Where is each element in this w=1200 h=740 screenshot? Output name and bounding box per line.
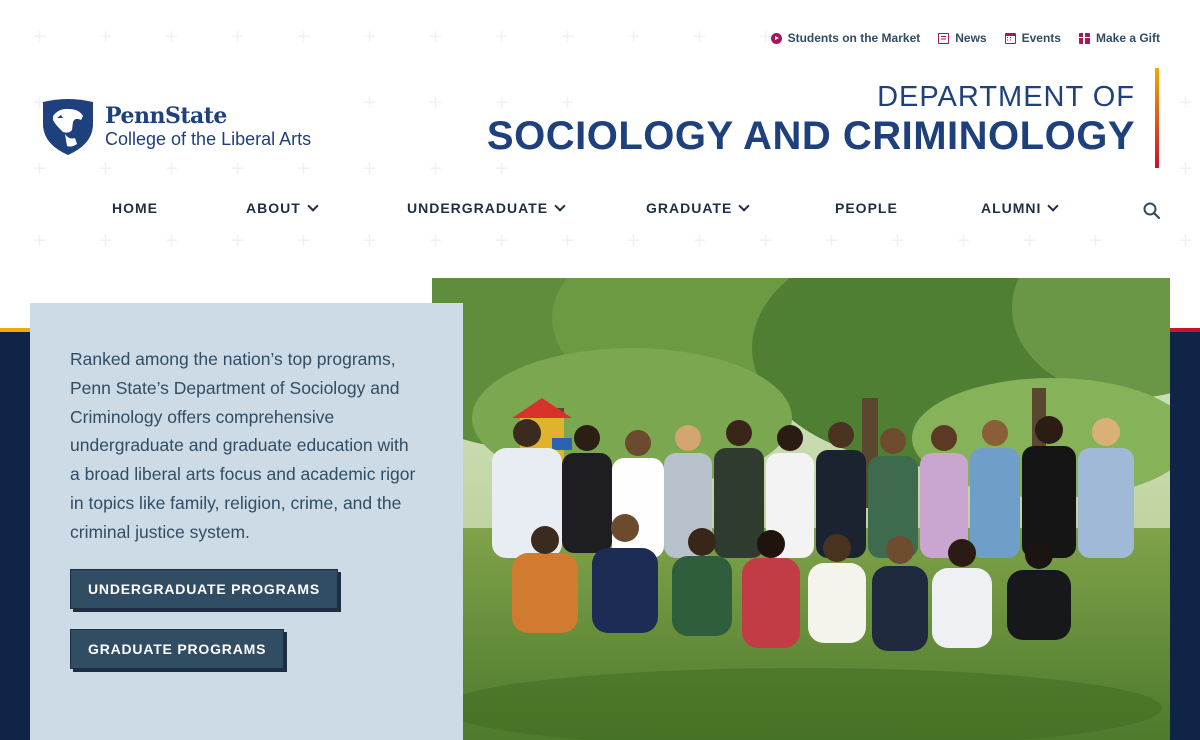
gift-icon [1078, 32, 1090, 44]
calendar-icon [1004, 32, 1016, 44]
circle-arrow-icon [770, 32, 782, 44]
utility-nav: Students on the Market News Events Make … [770, 31, 1160, 45]
search-icon[interactable] [1143, 202, 1160, 219]
nav-home[interactable]: HOME [112, 200, 158, 216]
nav-undergraduate-label: UNDERGRADUATE [407, 200, 549, 216]
nittany-lion-shield-icon [43, 99, 93, 155]
main-nav: HOME ABOUT UNDERGRADUATE GRADUATE PEOPLE… [0, 200, 1200, 222]
nav-people[interactable]: PEOPLE [835, 200, 898, 216]
graduate-programs-button[interactable]: GRADUATE PROGRAMS [70, 628, 285, 669]
chevron-down-icon [1047, 200, 1060, 212]
hero-intro-card: Ranked among the nation’s top programs, … [30, 303, 463, 740]
nav-people-label: PEOPLE [835, 200, 898, 216]
hero-intro-text: Ranked among the nation’s top programs, … [70, 349, 416, 542]
department-title-line1: DEPARTMENT OF [877, 81, 1135, 113]
nav-home-label: HOME [112, 200, 158, 216]
nav-alumni-label: ALUMNI [981, 200, 1042, 216]
department-title: DEPARTMENT OF SOCIOLOGY AND CRIMINOLOGY [487, 80, 1135, 158]
nav-graduate[interactable]: GRADUATE [646, 200, 750, 216]
nav-about-label: ABOUT [246, 200, 301, 216]
logo-college: College of the Liberal Arts [105, 129, 312, 149]
nav-undergraduate[interactable]: UNDERGRADUATE [407, 200, 566, 216]
make-a-gift-link[interactable]: Make a Gift [1078, 31, 1160, 45]
chevron-down-icon [307, 200, 319, 212]
nav-graduate-label: GRADUATE [646, 200, 733, 216]
penn-state-logo[interactable]: PennState College of the Liberal Arts [41, 98, 311, 156]
newspaper-icon [938, 32, 950, 44]
hero-group-photo [432, 278, 1170, 740]
make-a-gift-label: Make a Gift [1095, 31, 1160, 45]
students-on-market-link[interactable]: Students on the Market [770, 31, 921, 45]
students-on-market-label: Students on the Market [787, 31, 921, 45]
department-title-line2: SOCIOLOGY AND CRIMINOLOGY [486, 114, 1135, 158]
nav-about[interactable]: ABOUT [246, 200, 319, 216]
news-label: News [955, 31, 987, 45]
chevron-down-icon [554, 200, 566, 212]
events-link[interactable]: Events [1004, 31, 1061, 45]
chevron-down-icon [738, 200, 750, 212]
nav-alumni[interactable]: ALUMNI [981, 200, 1060, 216]
news-link[interactable]: News [938, 31, 987, 45]
accent-bar [1155, 68, 1159, 168]
undergraduate-programs-button[interactable]: UNDERGRADUATE PROGRAMS [70, 568, 339, 609]
events-label: Events [1021, 31, 1061, 45]
logo-brand: PennState [105, 103, 227, 129]
